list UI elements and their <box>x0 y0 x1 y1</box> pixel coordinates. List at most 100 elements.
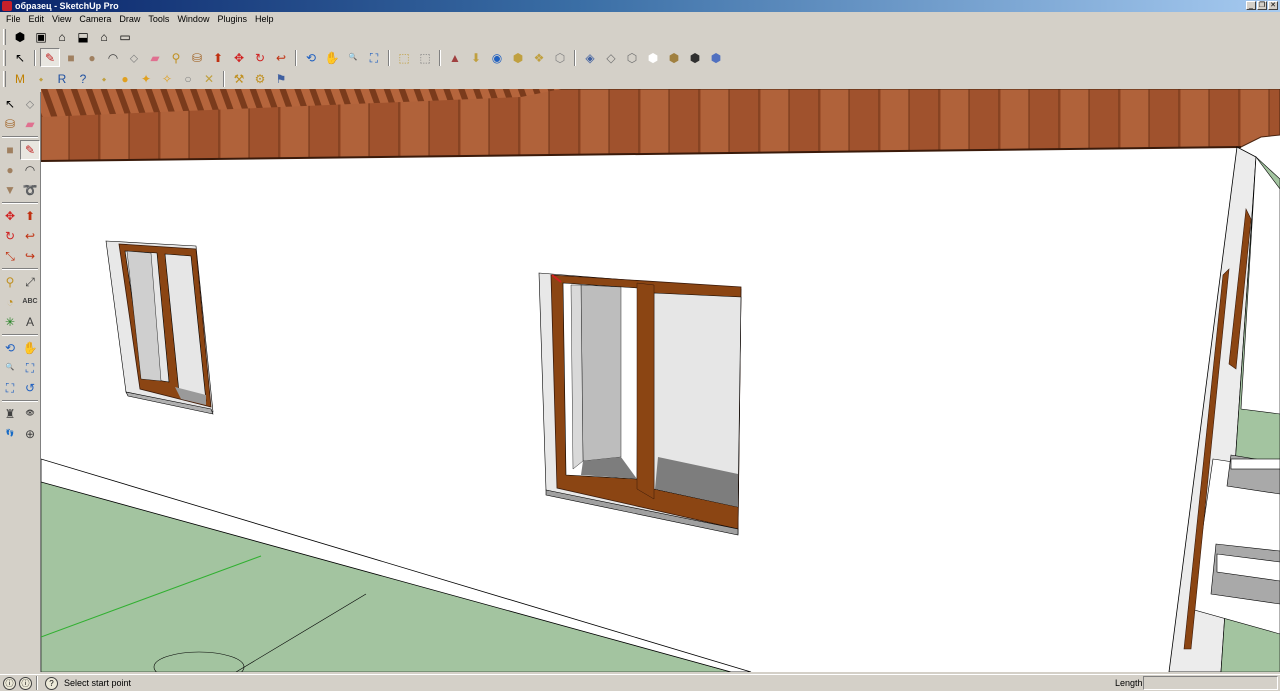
menu-view[interactable]: View <box>48 12 75 26</box>
iso-view-button[interactable]: ⬢ <box>10 28 30 47</box>
arc-button[interactable]: ◠ <box>20 160 40 180</box>
zoom-button[interactable]: 🔍 <box>343 48 363 67</box>
previous-button[interactable]: ↺ <box>20 378 40 398</box>
plugin-m-button[interactable]: M <box>10 70 30 89</box>
toolbar-grip[interactable] <box>3 49 6 66</box>
instructor-help-icon[interactable]: ? <box>45 676 58 690</box>
make-component-button[interactable]: ⬦ <box>124 48 144 67</box>
scene-canvas[interactable] <box>41 89 1280 672</box>
pan-button[interactable]: ✋ <box>322 48 342 67</box>
place-model-button[interactable]: ▲ <box>445 48 465 67</box>
line-button[interactable]: ✎ <box>20 140 40 160</box>
plugin-r-button[interactable]: R <box>52 70 72 89</box>
polygon-button[interactable]: ▼ <box>0 180 20 200</box>
plugin-light-button[interactable]: ✦ <box>136 70 156 89</box>
warehouse-button[interactable]: ⬡ <box>550 48 570 67</box>
plugin-light2-button[interactable]: ✧ <box>157 70 177 89</box>
menu-plugins[interactable]: Plugins <box>213 12 251 26</box>
move-button[interactable]: ✥ <box>229 48 249 67</box>
plugin-tool2-button[interactable]: ⚙ <box>250 70 270 89</box>
zoom-extents-button[interactable]: ⛶ <box>0 378 20 398</box>
rectangle-button[interactable]: ■ <box>61 48 81 67</box>
close-button[interactable]: ✕ <box>1268 1 1278 10</box>
plugin-tool1-button[interactable]: ⚒ <box>229 70 249 89</box>
protractor-button[interactable]: ◔ <box>0 292 20 312</box>
window-center[interactable] <box>538 272 742 536</box>
zoom-window-button[interactable]: ⛶ <box>20 358 40 378</box>
shaded-button[interactable]: ⬢ <box>664 48 684 67</box>
plugin-ball-button[interactable]: ○ <box>178 70 198 89</box>
eraser-button[interactable]: ▰ <box>20 114 40 134</box>
measurement-input[interactable] <box>1143 676 1278 690</box>
right-view-button[interactable]: ⬓ <box>73 28 93 47</box>
menu-draw[interactable]: Draw <box>115 12 144 26</box>
circle-button[interactable]: ● <box>0 160 20 180</box>
line-button[interactable]: ✎ <box>40 48 60 67</box>
geo-location-icon[interactable]: ⓘ <box>3 676 16 690</box>
paint-bucket-button[interactable]: ⛁ <box>0 114 20 134</box>
make-component-button[interactable]: ⬦ <box>20 94 40 114</box>
position-camera-button[interactable]: ♜ <box>0 404 20 424</box>
component-button[interactable]: ❖ <box>529 48 549 67</box>
menu-tools[interactable]: Tools <box>144 12 173 26</box>
plugin-tool3-button[interactable]: ⚑ <box>271 70 291 89</box>
select-button[interactable]: ↖ <box>10 48 30 67</box>
left-view-button[interactable]: ▭ <box>115 28 135 47</box>
look-around-button[interactable]: 👁 <box>20 404 40 424</box>
restore-button[interactable]: ❐ <box>1257 1 1267 10</box>
top-view-button[interactable]: ▣ <box>31 28 51 47</box>
tape-measure-button[interactable]: ⚲ <box>0 272 20 292</box>
plugin-sphere-button[interactable]: ● <box>115 70 135 89</box>
rectangle-button[interactable]: ■ <box>0 140 20 160</box>
toolbar-grip[interactable] <box>3 29 6 45</box>
freehand-button[interactable]: ➰ <box>20 180 40 200</box>
credits-icon[interactable]: ⓘ <box>19 676 32 690</box>
get-models-button[interactable]: ⬇ <box>466 48 486 67</box>
hidden-line-button[interactable]: ⬢ <box>643 48 663 67</box>
orbit-button[interactable]: ⟲ <box>0 338 20 358</box>
front-view-button[interactable]: ⌂ <box>52 28 72 47</box>
zoom-extents-button[interactable]: ⛶ <box>364 48 384 67</box>
dimension-button[interactable]: ⤢ <box>20 272 40 292</box>
wireframe-button[interactable]: ⬡ <box>622 48 642 67</box>
rotate-button[interactable]: ↻ <box>250 48 270 67</box>
back-view-button[interactable]: ⌂ <box>94 28 114 47</box>
text-button[interactable]: ABC <box>20 292 40 312</box>
axes-button[interactable]: ✳ <box>0 312 20 332</box>
share-component-button[interactable]: ⬢ <box>508 48 528 67</box>
follow-me-button[interactable]: ↩ <box>271 48 291 67</box>
orbit-button[interactable]: ⟲ <box>301 48 321 67</box>
eraser-button[interactable]: ▰ <box>145 48 165 67</box>
move-button[interactable]: ✥ <box>0 206 20 226</box>
shaded-textures-button[interactable]: ⬢ <box>685 48 705 67</box>
plugin-help-button[interactable]: ? <box>73 70 93 89</box>
scale-button[interactable]: ⤡ <box>0 246 20 266</box>
follow-me-button[interactable]: ↩ <box>20 226 40 246</box>
back-edges-button[interactable]: ◇ <box>601 48 621 67</box>
minimize-button[interactable]: _ <box>1246 1 1256 10</box>
tape-measure-button[interactable]: ⚲ <box>166 48 186 67</box>
pan-button[interactable]: ✋ <box>20 338 40 358</box>
zoom-button[interactable]: 🔍 <box>0 358 20 378</box>
menu-camera[interactable]: Camera <box>75 12 115 26</box>
rotate-button[interactable]: ↻ <box>0 226 20 246</box>
3d-text-button[interactable]: A <box>20 312 40 332</box>
select-button[interactable]: ↖ <box>0 94 20 114</box>
next-view-button[interactable]: ⬚ <box>415 48 435 67</box>
menu-help[interactable]: Help <box>251 12 278 26</box>
previous-view-button[interactable]: ⬚ <box>394 48 414 67</box>
menu-file[interactable]: File <box>2 12 25 26</box>
circle-button[interactable]: ● <box>82 48 102 67</box>
menu-window[interactable]: Window <box>173 12 213 26</box>
xray-button[interactable]: ◈ <box>580 48 600 67</box>
offset-button[interactable]: ↪ <box>20 246 40 266</box>
push-pull-button[interactable]: ⬆ <box>20 206 40 226</box>
section-plane-button[interactable]: ⊕ <box>20 424 40 444</box>
push-pull-button[interactable]: ⬆ <box>208 48 228 67</box>
toolbar-grip[interactable] <box>3 71 6 87</box>
monochrome-button[interactable]: ⬢ <box>706 48 726 67</box>
plugin-cross-button[interactable]: ✕ <box>199 70 219 89</box>
arc-button[interactable]: ◠ <box>103 48 123 67</box>
walk-button[interactable]: 👣 <box>0 424 20 444</box>
share-model-button[interactable]: ◉ <box>487 48 507 67</box>
